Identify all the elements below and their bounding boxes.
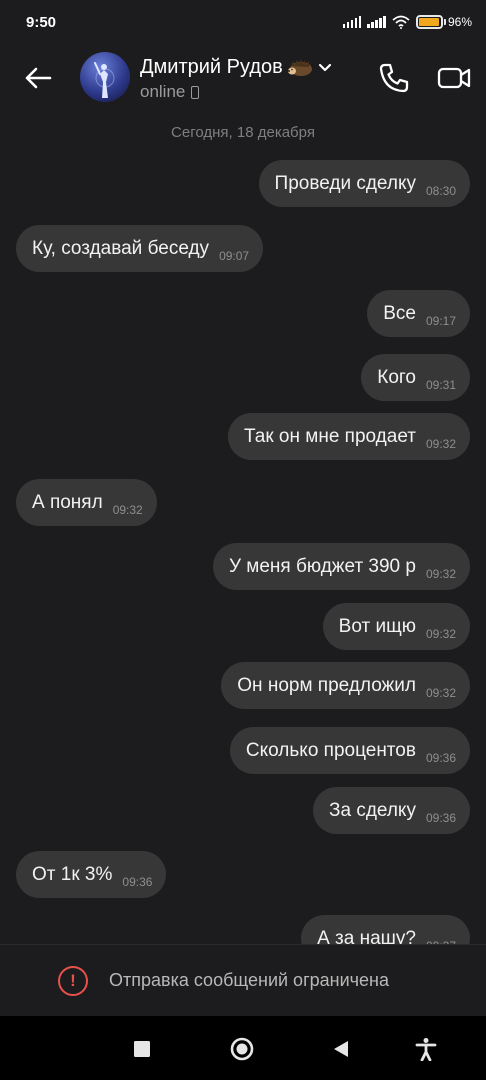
message-time: 09:32 [425,566,456,581]
home-button[interactable] [227,1034,257,1064]
message-text: Он норм предложил [237,674,416,696]
message-text: Вот ищю [338,615,416,637]
message-text: От 1к 3% [32,863,113,885]
status-indicators: 96% [342,15,472,29]
message-text: Все [383,302,416,324]
outgoing-message[interactable]: Вот ищю 09:32 [322,603,470,650]
message-text: А понял [32,491,103,513]
outgoing-message[interactable]: За сделку 09:36 [313,787,470,834]
message-text: Проведи сделку [274,172,416,194]
message-text: Сколько процентов [245,739,416,761]
outgoing-message[interactable]: Кого 09:31 [361,354,470,401]
message-time: 08:30 [425,183,456,198]
signal-icon [342,16,362,28]
incoming-message[interactable]: От 1к 3% 09:36 [16,851,167,898]
signal-icon [367,16,386,28]
messaging-restricted-bar: ! Отправка сообщений ограничена [0,944,486,1016]
message-time: 09:17 [425,313,456,328]
outgoing-message[interactable]: Так он мне продает 09:32 [228,413,470,460]
phone-icon [379,63,409,93]
back-button[interactable] [20,62,56,94]
outgoing-message[interactable]: Он норм предложил 09:32 [221,662,470,709]
restriction-text: Отправка сообщений ограничена [109,970,389,990]
message-list[interactable]: Сегодня, 18 декабря Проведи сделку 08:30 К… [0,114,486,944]
message-time: 09:32 [425,626,456,641]
avatar[interactable] [80,52,130,102]
video-camera-icon [437,67,471,89]
mobile-device-icon [191,85,200,99]
status-bar: 9:50 96% [0,0,486,44]
battery-icon: 96% [415,15,472,29]
accessibility-icon [415,1038,437,1061]
message-text: Кого [377,366,416,388]
contact-name-text: Дмитрий Рудов [140,56,283,78]
call-button[interactable] [376,60,412,96]
message-time: 09:07 [219,248,250,263]
incoming-message[interactable]: Ку, создавай беседу 09:07 [16,225,264,272]
battery-level: 96% [447,15,472,29]
message-time: 09:36 [425,750,456,765]
chevron-down-icon[interactable] [317,62,333,74]
contact-name[interactable]: Дмитрий Рудов [140,56,333,79]
message-time: 09:32 [425,436,456,451]
outgoing-message[interactable]: У меня бюджет 390 р 09:32 [212,543,470,590]
video-call-button[interactable] [436,60,472,96]
outgoing-message[interactable]: Все 09:17 [367,290,470,337]
recents-button[interactable] [127,1034,157,1064]
message-time: 09:36 [425,810,456,825]
system-nav-bar [0,1016,486,1080]
warning-icon: ! [58,965,88,996]
outgoing-message[interactable]: Проведи сделку 08:30 [258,160,470,207]
message-time: 09:31 [425,377,456,392]
outgoing-message[interactable]: Сколько процентов 09:36 [229,727,470,774]
message-time: 09:32 [425,685,456,700]
contact-status: online [140,82,200,102]
chat-header: Дмитрий Рудов online [0,44,486,114]
back-nav-button[interactable] [326,1034,356,1064]
status-time: 9:50 [26,13,57,31]
outgoing-message[interactable]: А за нашу?09:37 [301,915,470,944]
incoming-message[interactable]: А понял 09:32 [16,479,157,526]
accessibility-button[interactable] [411,1034,441,1064]
wifi-icon [392,15,410,29]
message-text: Так он мне продает [244,425,416,447]
square-nav-icon [134,1041,150,1057]
message-time: 09:36 [122,874,153,889]
message-text: За сделку [329,799,416,821]
triangle-back-icon [334,1041,348,1057]
date-separator: Сегодня, 18 декабря [171,124,315,141]
hedgehog-emoji-icon [287,58,312,76]
message-time: 09:32 [112,502,143,517]
contact-status-text: online [140,82,186,101]
message-text: А за нашу? [317,927,416,945]
back-arrow-icon [25,67,52,89]
message-text: Ку, создавай беседу [32,237,210,259]
message-text: У меня бюджет 390 р [228,555,416,577]
circle-home-icon [230,1037,254,1061]
